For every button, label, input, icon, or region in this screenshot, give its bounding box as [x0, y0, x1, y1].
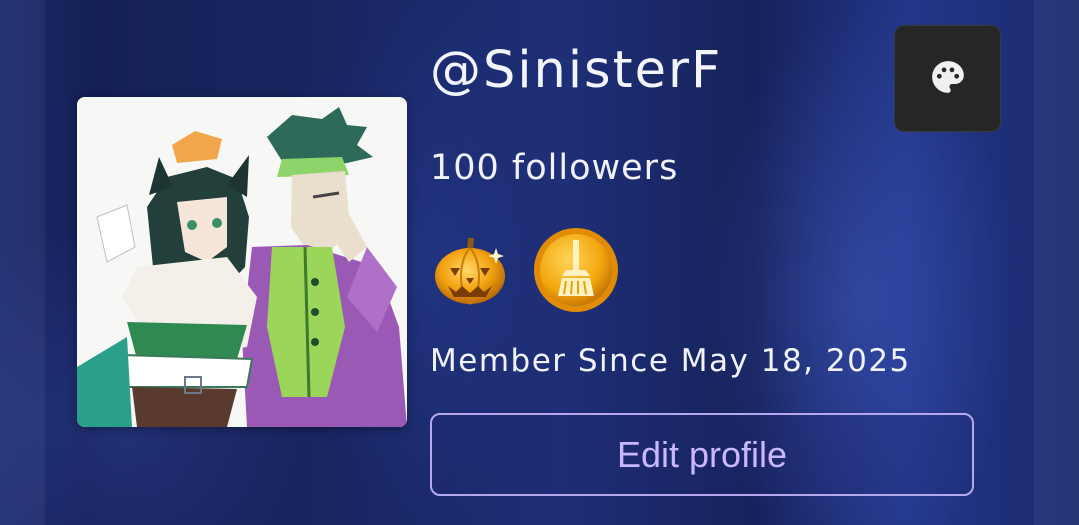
edit-profile-button[interactable]: Edit profile — [430, 413, 974, 496]
avatar-illustration — [77, 97, 407, 427]
username: @SinisterF — [430, 41, 723, 100]
jack-o-lantern-badge-icon[interactable] — [430, 230, 510, 310]
badge-list — [430, 228, 620, 312]
profile-avatar[interactable] — [77, 97, 407, 427]
followers-count[interactable]: 100 followers — [430, 145, 678, 191]
broom-coin-badge-icon[interactable] — [532, 226, 620, 314]
member-since-date: Member Since May 18, 2025 — [430, 343, 911, 379]
palette-icon — [929, 58, 967, 100]
background-edge-left — [0, 0, 45, 525]
theme-button[interactable] — [894, 25, 1001, 132]
background-edge-right — [1034, 0, 1079, 525]
